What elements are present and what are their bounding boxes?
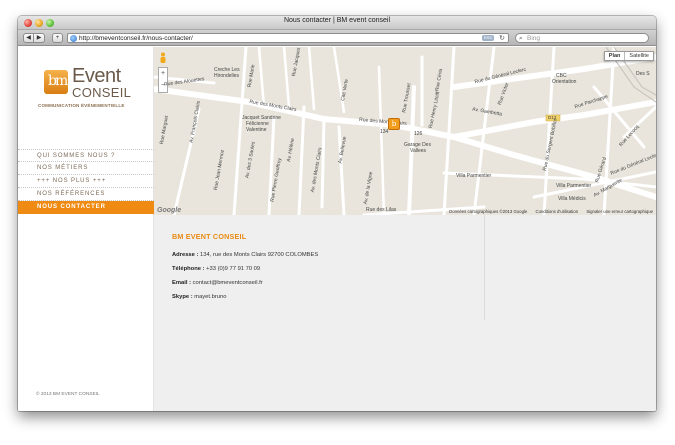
map-label: Villa Parmentier [456, 173, 492, 179]
add-bookmark-button[interactable]: + [52, 33, 63, 43]
reload-icon[interactable]: ↻ [499, 34, 505, 43]
url-text[interactable]: http://bmeventconseil.fr/nous-contacter/ [79, 34, 193, 43]
map-data-credit: Données cartographiques ©2013 Google [449, 209, 528, 214]
email-row: Email : contact@bmeventconseil.fr [172, 280, 263, 286]
map-type-plan[interactable]: Plan [605, 52, 626, 60]
search-icon: ⌕ [519, 35, 523, 42]
logo-tagline: COMMUNICATION ÉVÉNEMENTIELLE [38, 103, 125, 108]
skype-row: Skype : mayet.bruno [172, 294, 226, 300]
company-title: BM EVENT CONSEIL [172, 232, 247, 241]
map-label: Des S [636, 71, 650, 77]
address-row: Adresse : 134, rue des Monts Clairs 9270… [172, 252, 318, 258]
phone-row: Téléphone : +33 (0)9 77 91 70 09 [172, 266, 260, 272]
map-label: Villa Médicis [558, 196, 586, 202]
google-logo[interactable]: Google [157, 207, 181, 214]
forward-button[interactable]: ▶ [34, 33, 45, 43]
email-link[interactable]: contact@bmeventconseil.fr [191, 280, 263, 286]
menu-item-nos-metiers[interactable]: NOS MÉTIERS [18, 162, 154, 175]
address-label: Adresse : [172, 252, 199, 258]
zoom-in-button[interactable]: + [159, 68, 167, 80]
logo-mark-icon: bm [44, 70, 68, 94]
phone-value: +33 (0)9 77 91 70 09 [204, 266, 261, 272]
zoom-control[interactable]: + − [158, 67, 168, 93]
map-label: Villa Parmentier [556, 183, 592, 189]
menu-item-nos-plus[interactable]: +++ NOS PLUS +++ [18, 175, 154, 188]
main-menu: QUI SOMMES NOUS ? NOS MÉTIERS +++ NOS PL… [18, 149, 154, 214]
title-bar: Nous contacter | BM event conseil [18, 16, 656, 30]
globe-icon [70, 35, 77, 42]
info-divider [484, 215, 485, 320]
site-logo[interactable]: bm Event CONSEIL COMMUNICATION ÉVÉNEMENT… [38, 65, 144, 117]
map-label: Orientation [552, 79, 577, 85]
skype-value: mayet.bruno [192, 294, 227, 300]
map-label: 126 [414, 131, 423, 137]
menu-item-qui-sommes-nous[interactable]: QUI SOMMES NOUS ? [18, 149, 154, 162]
search-placeholder: Bing [527, 35, 541, 42]
map-report-link[interactable]: Signaler une erreur cartographique [586, 209, 653, 214]
logo-word-conseil: CONSEIL [72, 85, 132, 100]
address-value: 134, rue des Monts Clairs 92700 COLOMBES [198, 252, 319, 258]
browser-window: Nous contacter | BM event conseil ◀ ▶ + … [18, 16, 656, 411]
rss-icon[interactable]: RSS [482, 35, 494, 41]
map-footer: Données cartographiques ©2013 Google Con… [442, 209, 653, 214]
google-map[interactable]: + − Plan Satellite Creche Les Hirondelle… [154, 47, 656, 215]
address-bar[interactable]: http://bmeventconseil.fr/nous-contacter/… [67, 33, 509, 43]
menu-item-nous-contacter[interactable]: NOUS CONTACTER [18, 201, 154, 214]
map-terms-link[interactable]: Conditions d'utilisation [536, 209, 579, 214]
skype-label: Skype : [172, 294, 193, 300]
back-button[interactable]: ◀ [23, 33, 34, 43]
browser-toolbar: ◀ ▶ + http://bmeventconseil.fr/nous-cont… [18, 30, 656, 46]
menu-item-nos-references[interactable]: NOS RÉFÉRENCES [18, 188, 154, 201]
map-label: Valentine [246, 127, 267, 133]
map-label: Hirondelles [214, 73, 240, 79]
copyright-text: © 2013 BM EVENT CONSEIL [36, 392, 100, 397]
search-input[interactable]: ⌕ Bing [515, 33, 649, 43]
map-type-switch[interactable]: Plan Satellite [603, 51, 654, 61]
window-title: Nous contacter | BM event conseil [283, 17, 391, 24]
street-view-pegman-icon[interactable] [159, 52, 167, 64]
map-label: Rue des Lilas [366, 207, 397, 213]
map-label: Vallees [410, 148, 427, 154]
location-marker-icon[interactable]: b [388, 118, 400, 130]
email-label: Email : [172, 280, 192, 286]
sidebar: bm Event CONSEIL COMMUNICATION ÉVÉNEMENT… [18, 47, 154, 411]
phone-label: Téléphone : [172, 266, 205, 272]
map-label: 134 [380, 129, 389, 135]
map-type-satellite[interactable]: Satellite [625, 52, 653, 60]
contact-info-panel: BM EVENT CONSEIL Adresse : 134, rue des … [154, 215, 656, 411]
page-content: bm Event CONSEIL COMMUNICATION ÉVÉNEMENT… [18, 47, 656, 411]
